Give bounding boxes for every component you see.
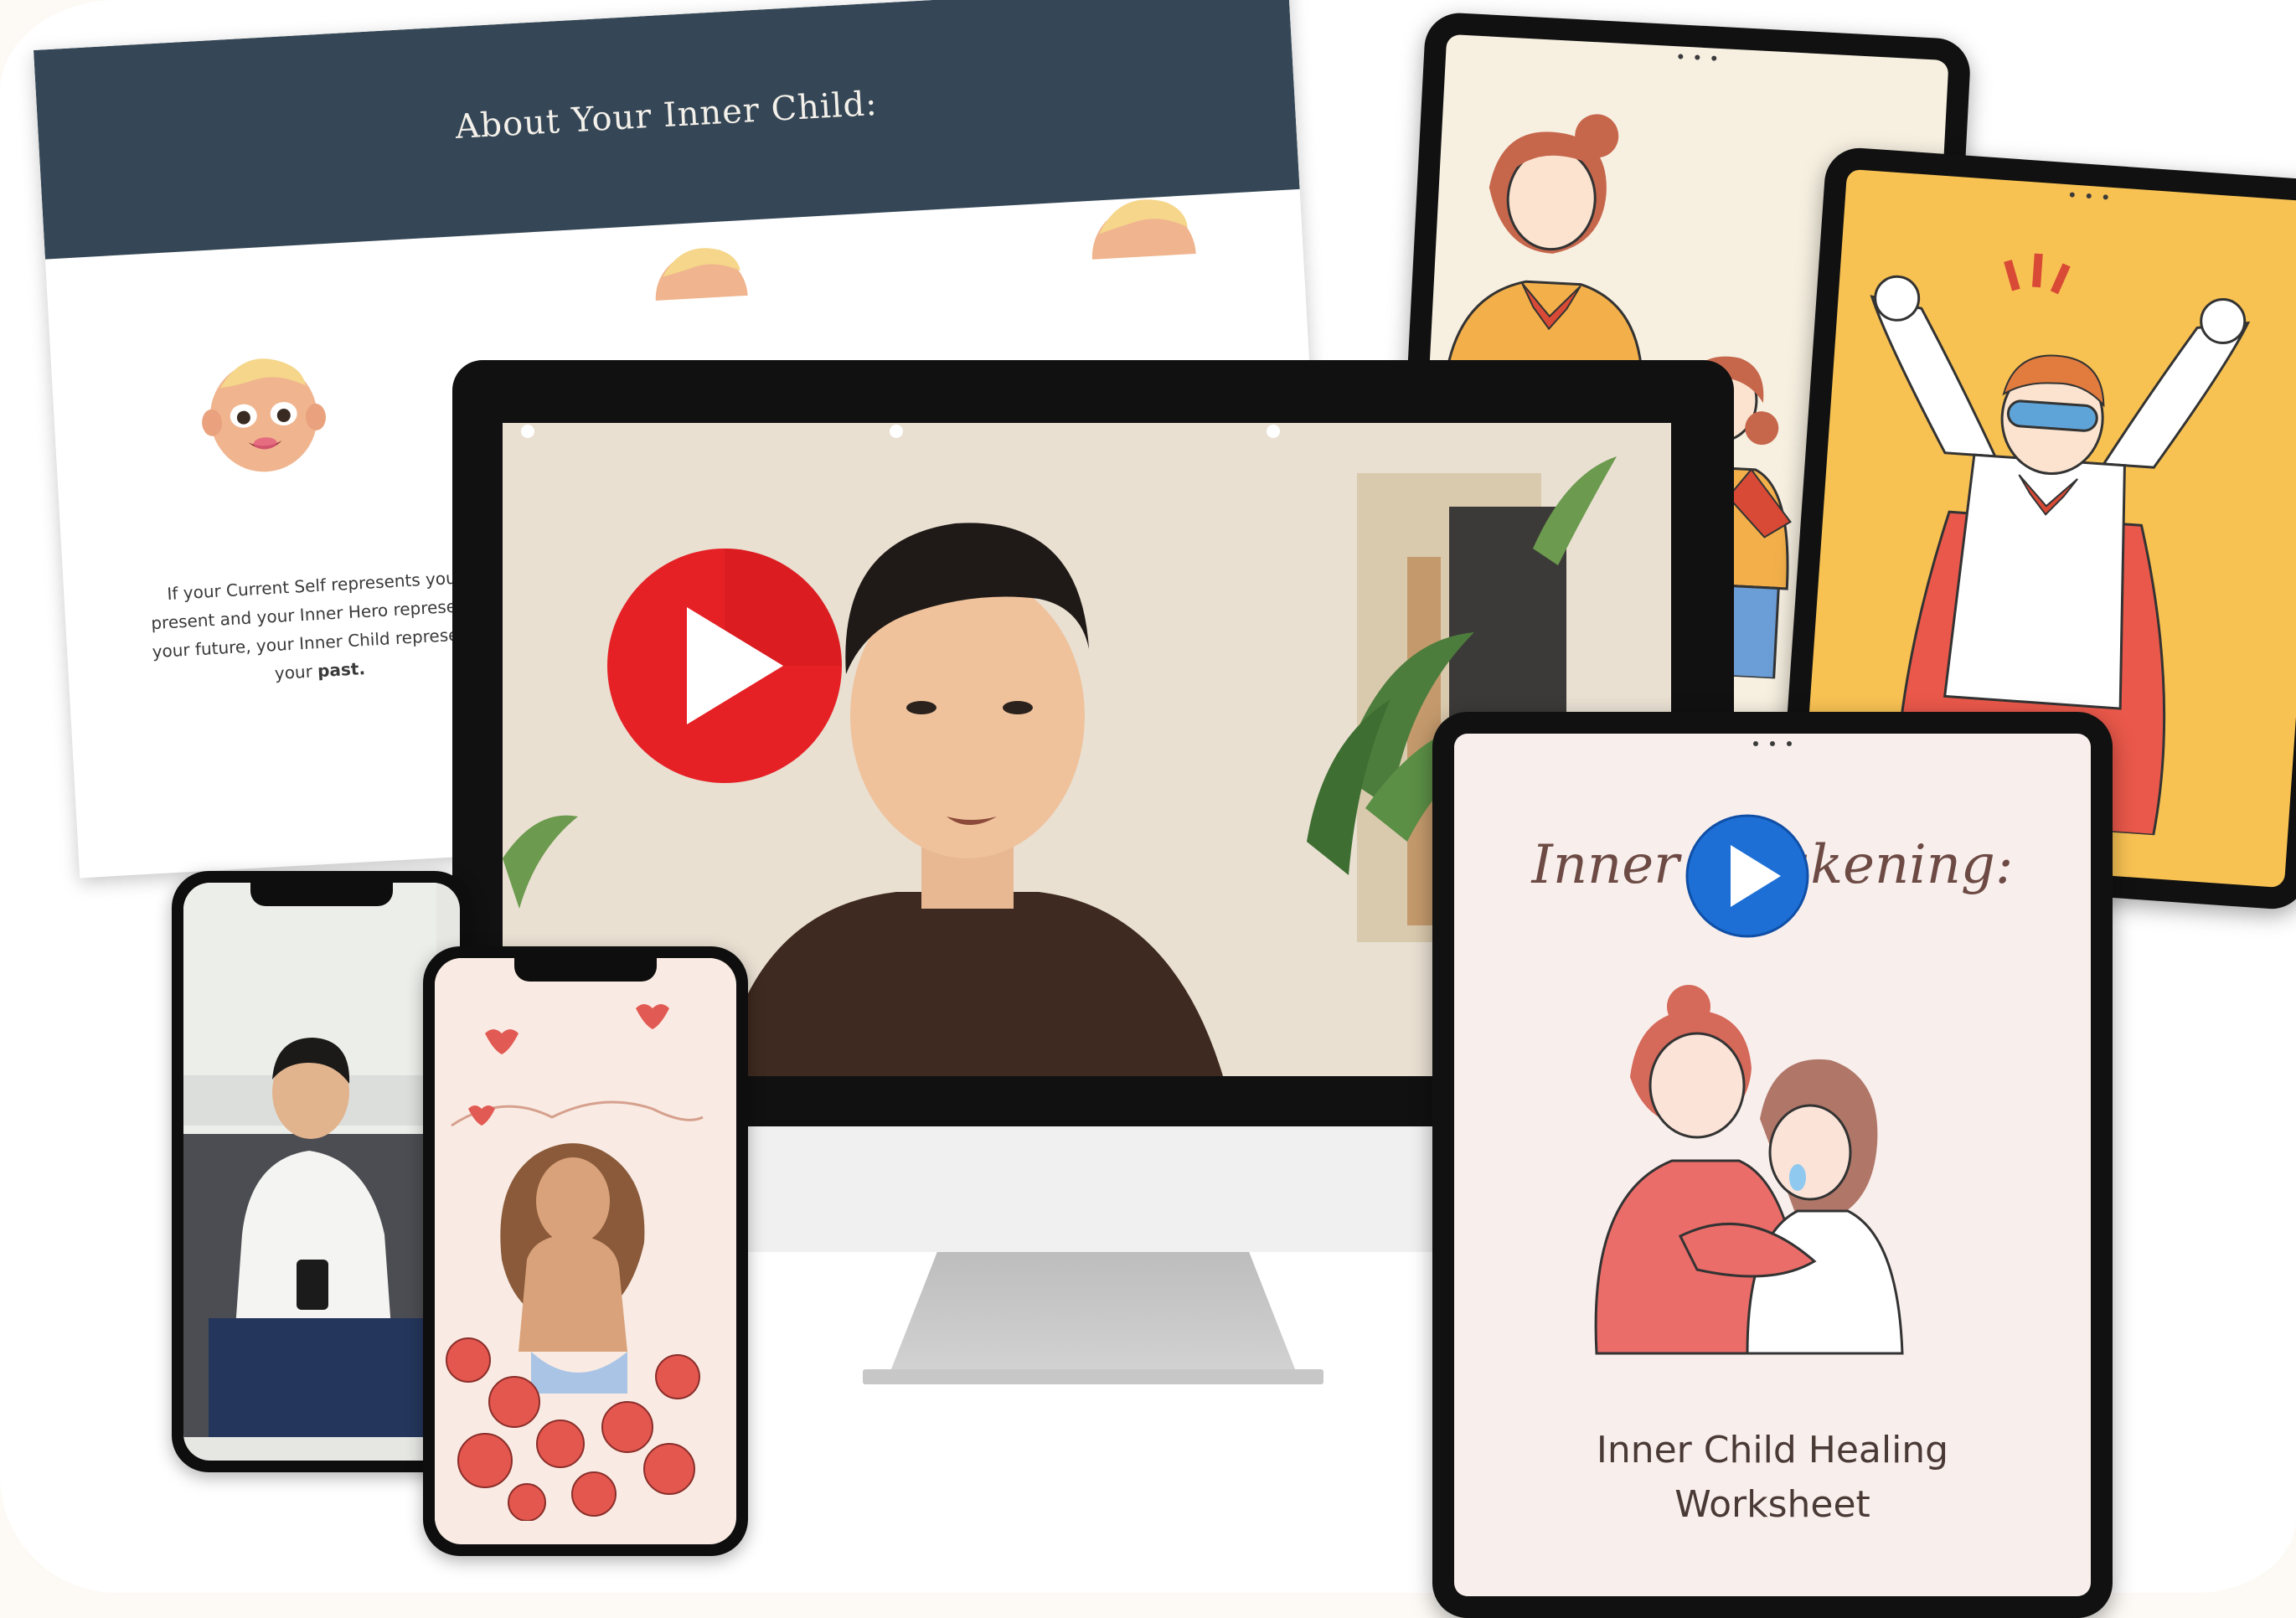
imac-stand-foot <box>863 1369 1323 1384</box>
baby-face-icon-2 <box>655 248 748 301</box>
play-button-red-icon[interactable] <box>603 544 846 787</box>
phone-video-screen <box>183 883 460 1461</box>
baby-face-icon-3 <box>1091 199 1196 260</box>
worksheet-screen: Inner Awakening: Inner Child Healing Wor… <box>1454 734 2091 1596</box>
phone-notch <box>514 958 657 982</box>
slide-text-bold: past. <box>317 658 366 682</box>
baby-face-icon <box>202 358 326 472</box>
imac-stand-neck <box>888 1252 1298 1378</box>
man-on-couch-photo <box>183 883 436 1437</box>
play-button-blue-icon[interactable] <box>1685 813 1810 939</box>
phone-illustration <box>423 946 748 1556</box>
woman-with-flowers-illustration <box>435 958 713 1522</box>
phone-illustration-screen <box>435 958 736 1544</box>
hug-illustration <box>1594 985 1904 1355</box>
worksheet-title-line1: Inner Child Healing <box>1596 1429 1949 1471</box>
tablet-worksheet: Inner Awakening: Inner Child Healing Wor… <box>1432 712 2113 1618</box>
slide-text-prefix: your <box>274 661 318 684</box>
phone-notch <box>250 883 393 906</box>
tablet-camera-icon <box>1753 741 1792 748</box>
worksheet-title-line2: Worksheet <box>1674 1483 1870 1526</box>
slide-title: About Your Inner Child: <box>454 84 879 147</box>
